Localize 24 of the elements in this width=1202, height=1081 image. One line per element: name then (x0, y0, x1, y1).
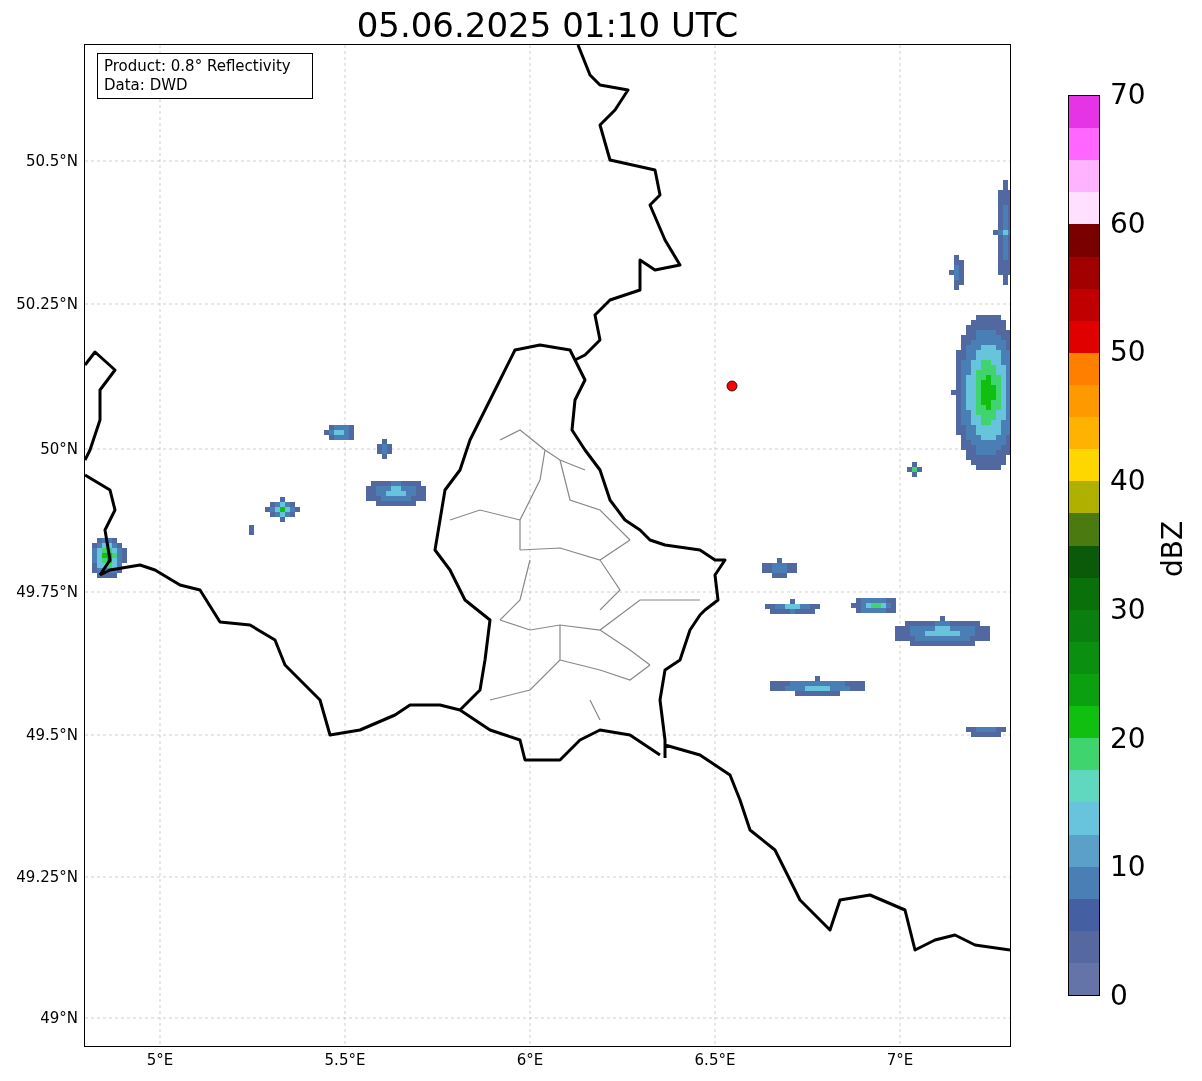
colorbar-tick-label: 50 (1110, 335, 1146, 370)
latitude-label: 50°N (39, 440, 78, 458)
longitude-label: 5.5°E (323, 1051, 367, 1069)
latitude-label: 49.5°N (24, 726, 78, 744)
latitude-label: 49.25°N (15, 868, 78, 886)
colorbar-tick-label: 30 (1110, 592, 1146, 627)
latitude-label: 50.5°N (24, 152, 78, 170)
info-text: Data: DWD (104, 76, 189, 95)
colorbar-tick-label: 20 (1110, 721, 1146, 756)
latitude-label: 50.25°N (15, 295, 78, 313)
chart-title: 05.06.2025 01:10 UTC (355, 4, 740, 46)
longitude-label: 5°E (145, 1051, 175, 1069)
colorbar-tick-label: 10 (1110, 850, 1146, 885)
colorbar-tick-label: 60 (1110, 206, 1146, 241)
colorbar-tick-label: 70 (1110, 78, 1146, 112)
longitude-label: 6.5°E (693, 1051, 737, 1069)
longitude-label: 6°E (515, 1051, 545, 1069)
colorbar-tick-label: 0 (1110, 979, 1128, 1013)
latitude-label: 49°N (39, 1009, 78, 1027)
info-text: Product: 0.8° Reflectivity (104, 57, 292, 76)
latitude-label: 49.75°N (15, 583, 78, 601)
colorbar-label: dBZ (1156, 520, 1191, 578)
longitude-label: 7°E (885, 1051, 915, 1069)
colorbar-tick-label: 40 (1110, 464, 1146, 499)
